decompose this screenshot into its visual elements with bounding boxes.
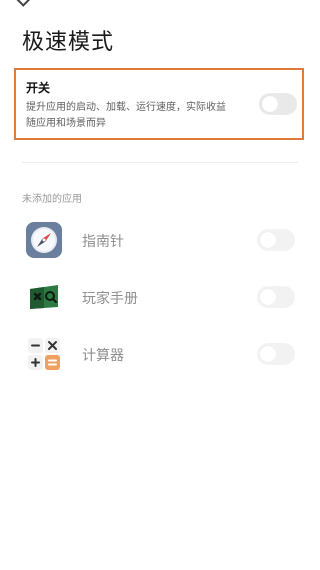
- app-name: 玩家手册: [82, 291, 138, 307]
- master-switch-description: 提升应用的启动、加载、运行速度，实际收益随应用和场景而异: [26, 102, 226, 129]
- app-toggle-game-handbook[interactable]: [257, 286, 295, 308]
- master-switch-panel: 开关 提升应用的启动、加载、运行速度，实际收益随应用和场景而异: [14, 68, 304, 140]
- app-toggle-compass[interactable]: [257, 229, 295, 251]
- app-name: 计算器: [82, 348, 124, 364]
- toggle-knob: [260, 289, 276, 305]
- app-name: 指南针: [82, 234, 124, 250]
- divider: [22, 162, 298, 163]
- toggle-knob: [262, 96, 278, 112]
- app-row-compass: 指南针: [0, 220, 320, 260]
- app-toggle-calculator[interactable]: [257, 343, 295, 365]
- app-row-game-handbook: 玩家手册: [0, 277, 320, 317]
- calculator-icon: [26, 336, 62, 372]
- back-arrow-icon[interactable]: [16, 0, 32, 7]
- compass-icon: [26, 222, 62, 258]
- master-switch-title: 开关: [26, 81, 51, 95]
- game-handbook-icon: [26, 279, 62, 315]
- master-switch-toggle[interactable]: [259, 93, 297, 115]
- toggle-knob: [260, 232, 276, 248]
- app-row-calculator: 计算器: [0, 334, 320, 374]
- page-title: 极速模式: [22, 30, 115, 55]
- toggle-knob: [260, 346, 276, 362]
- section-label: 未添加的应用: [22, 194, 82, 205]
